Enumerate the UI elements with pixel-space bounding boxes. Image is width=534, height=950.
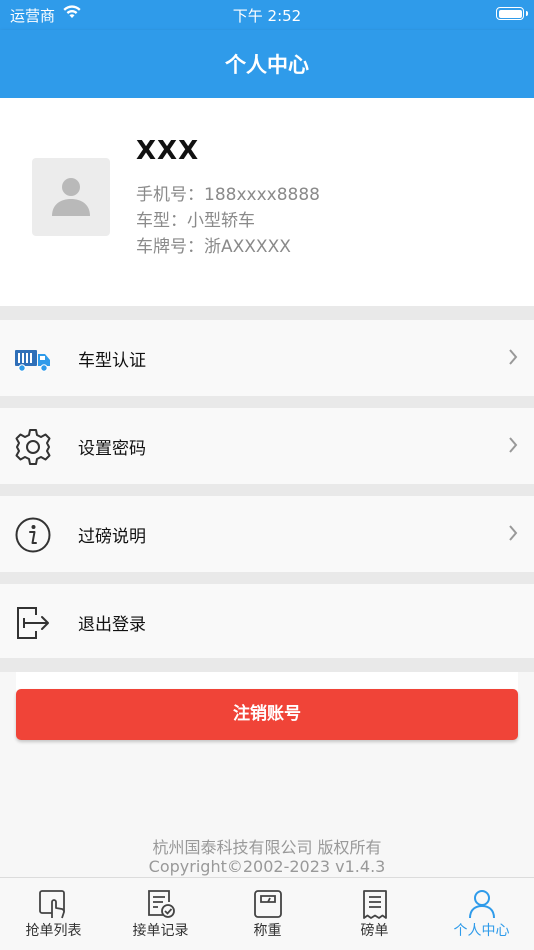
chevron-right-icon [508, 436, 518, 458]
divider [0, 658, 534, 672]
status-bar: 运营商 下午 2:52 [0, 0, 534, 30]
truck-icon [14, 340, 52, 378]
receipt-icon [363, 890, 387, 919]
tab-weighing[interactable]: 称重 [214, 878, 321, 950]
tab-label: 磅单 [360, 923, 389, 939]
menu-item-label: 设置密码 [78, 439, 146, 459]
profile-phone: 手机号：188xxxx8888 [136, 185, 320, 205]
menu-item-vehicle-certification[interactable]: 车型认证 [0, 320, 534, 396]
menu-item-set-password[interactable]: 设置密码 [0, 408, 534, 484]
tab-order-list[interactable]: 抢单列表 [0, 878, 107, 950]
menu-item-label: 过磅说明 [78, 527, 146, 547]
divider [0, 572, 534, 584]
chevron-right-icon [508, 524, 518, 546]
profile-car-type: 车型：小型轿车 [136, 211, 255, 231]
gear-icon [14, 428, 52, 466]
tab-label: 个人中心 [453, 923, 510, 939]
tab-bar: 抢单列表 接单记录 称重 磅单 个人中心 [0, 877, 534, 950]
logout-icon [14, 604, 52, 642]
status-time: 下午 2:52 [232, 7, 302, 25]
nav-bar: 个人中心 [0, 30, 534, 98]
menu-item-label: 退出登录 [78, 615, 146, 635]
divider [0, 396, 534, 408]
touch-icon [39, 890, 65, 919]
info-icon [14, 516, 52, 554]
menu-item-label: 车型认证 [78, 351, 146, 371]
menu-item-weighing-instructions[interactable]: 过磅说明 [0, 496, 534, 572]
menu-item-logout[interactable]: 退出登录 [0, 584, 534, 658]
avatar[interactable] [32, 158, 110, 236]
tab-label: 称重 [253, 923, 282, 939]
order-check-icon [148, 890, 175, 918]
battery-icon [496, 7, 528, 20]
tab-weigh-ticket[interactable]: 磅单 [321, 878, 428, 950]
scale-icon [254, 890, 282, 918]
tab-profile[interactable]: 个人中心 [428, 878, 534, 950]
avatar-placeholder-icon [52, 178, 90, 216]
footer-copyright: Copyright©2002-2023 v1.4.3 [148, 857, 386, 876]
profile-card: XXX 手机号：188xxxx8888 车型：小型轿车 车牌号：浙AXXXXX [0, 98, 534, 306]
divider [0, 484, 534, 496]
page-title: 个人中心 [225, 53, 309, 77]
chevron-right-icon [508, 348, 518, 370]
footer-company: 杭州国泰科技有限公司 版权所有 [152, 838, 382, 857]
profile-name: XXX [136, 136, 200, 166]
tab-label: 接单记录 [132, 923, 189, 939]
divider [0, 306, 534, 320]
profile-plate: 车牌号：浙AXXXXX [136, 237, 291, 257]
cancel-account-button[interactable]: 注销账号 [16, 689, 518, 740]
person-icon [469, 890, 495, 919]
tab-label: 抢单列表 [25, 923, 82, 939]
tab-order-records[interactable]: 接单记录 [107, 878, 214, 950]
